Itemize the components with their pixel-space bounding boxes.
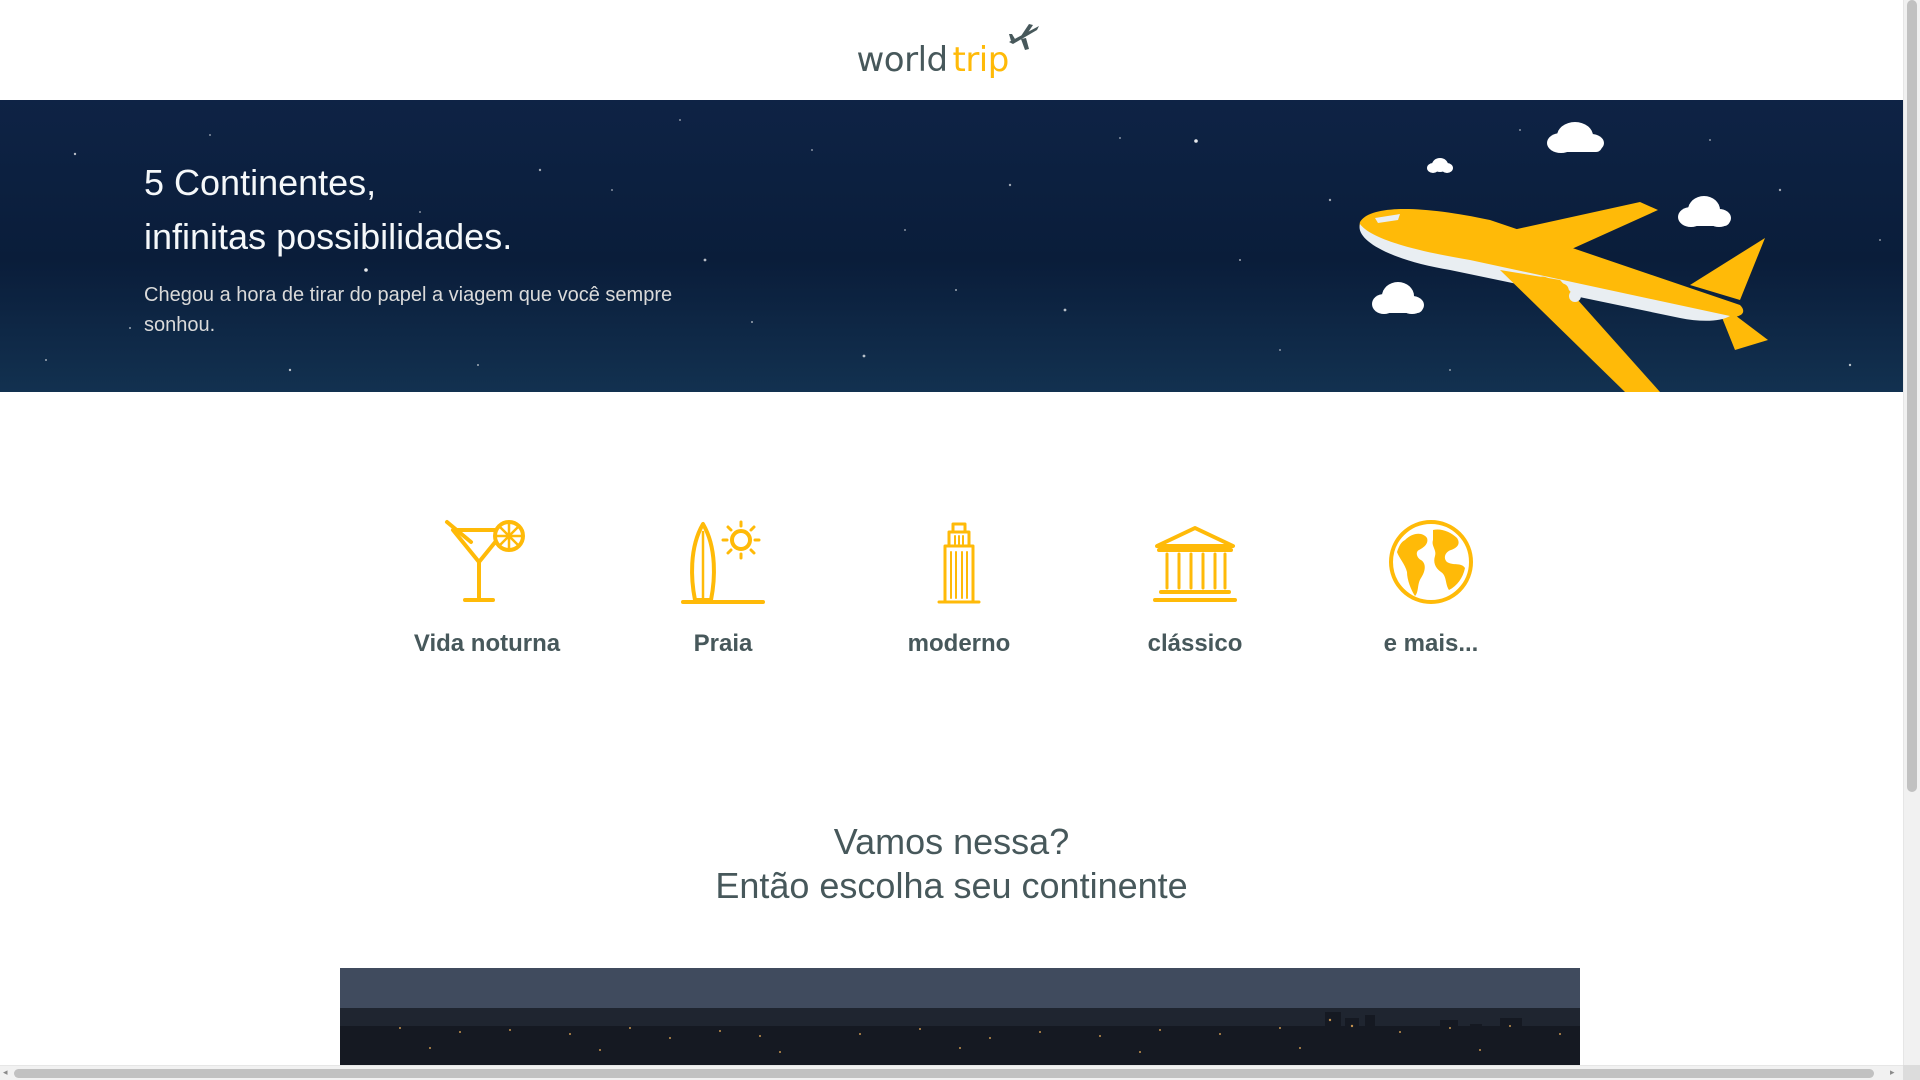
logo-airplane-icon — [1008, 24, 1039, 50]
earth-icon — [1389, 520, 1473, 604]
cta-line-2: Então escolha seu continente — [715, 865, 1188, 906]
cloud-2 — [1427, 158, 1453, 173]
scroll-left-arrow-icon[interactable]: ◂ — [3, 1069, 8, 1078]
travel-types: Vida noturna Praia moderno clássico e ma… — [383, 518, 1583, 668]
page: world trip 5 Continentes, infinitas poss… — [0, 0, 1903, 1065]
vertical-scrollbar[interactable] — [1903, 0, 1920, 1065]
cloud-1 — [1547, 122, 1604, 153]
surf-sun-icon — [681, 520, 765, 604]
worldtrip-logo[interactable]: world trip — [857, 20, 1047, 80]
travel-type-label: Praia — [693, 630, 753, 657]
cloud-4 — [1372, 282, 1424, 314]
airplane-illustration — [1359, 122, 1768, 392]
travel-type-classico[interactable]: clássico — [1095, 518, 1295, 668]
travel-type-label: e mais... — [1383, 630, 1479, 657]
hero-title-line-2: infinitas possibilidades. — [144, 216, 513, 257]
horizontal-scrollbar[interactable]: ◂ ▸ — [0, 1065, 1903, 1080]
continent-slider[interactable] — [340, 968, 1580, 1065]
building-icon — [937, 522, 981, 604]
travel-type-moderno[interactable]: moderno — [859, 518, 1059, 668]
cloud-3 — [1678, 196, 1731, 227]
header: world trip — [0, 0, 1903, 100]
vertical-scrollbar-thumb[interactable] — [1907, 0, 1917, 792]
museum-icon — [1153, 526, 1237, 602]
scrollbar-corner — [1903, 1065, 1920, 1080]
travel-type-praia[interactable]: Praia — [623, 518, 823, 668]
continent-cta-heading: Vamos nessa? Então escolha seu continent… — [0, 820, 1903, 908]
city-skyline-image — [340, 968, 1580, 1065]
hero-banner: 5 Continentes, infinitas possibilidades.… — [0, 100, 1903, 392]
hero-subtitle: Chegou a hora de tirar do papel a viagem… — [144, 284, 673, 336]
travel-type-label: moderno — [907, 630, 1011, 657]
travel-type-label: clássico — [1147, 630, 1243, 657]
scroll-right-arrow-icon[interactable]: ▸ — [1890, 1069, 1895, 1078]
hero-title-line-1: 5 Continentes, — [144, 162, 377, 203]
travel-type-vida-noturna[interactable]: Vida noturna — [387, 518, 587, 668]
horizontal-scrollbar-thumb[interactable] — [14, 1069, 1874, 1078]
logo-trip-text: trip — [952, 40, 1010, 80]
travel-type-label: Vida noturna — [413, 630, 561, 657]
hero-title: 5 Continentes, infinitas possibilidades. — [144, 156, 512, 264]
travel-type-e-mais[interactable]: e mais... — [1331, 518, 1531, 668]
cocktail-icon — [445, 520, 525, 602]
cta-line-1: Vamos nessa? — [833, 821, 1070, 862]
logo-world-text: world — [856, 40, 949, 80]
